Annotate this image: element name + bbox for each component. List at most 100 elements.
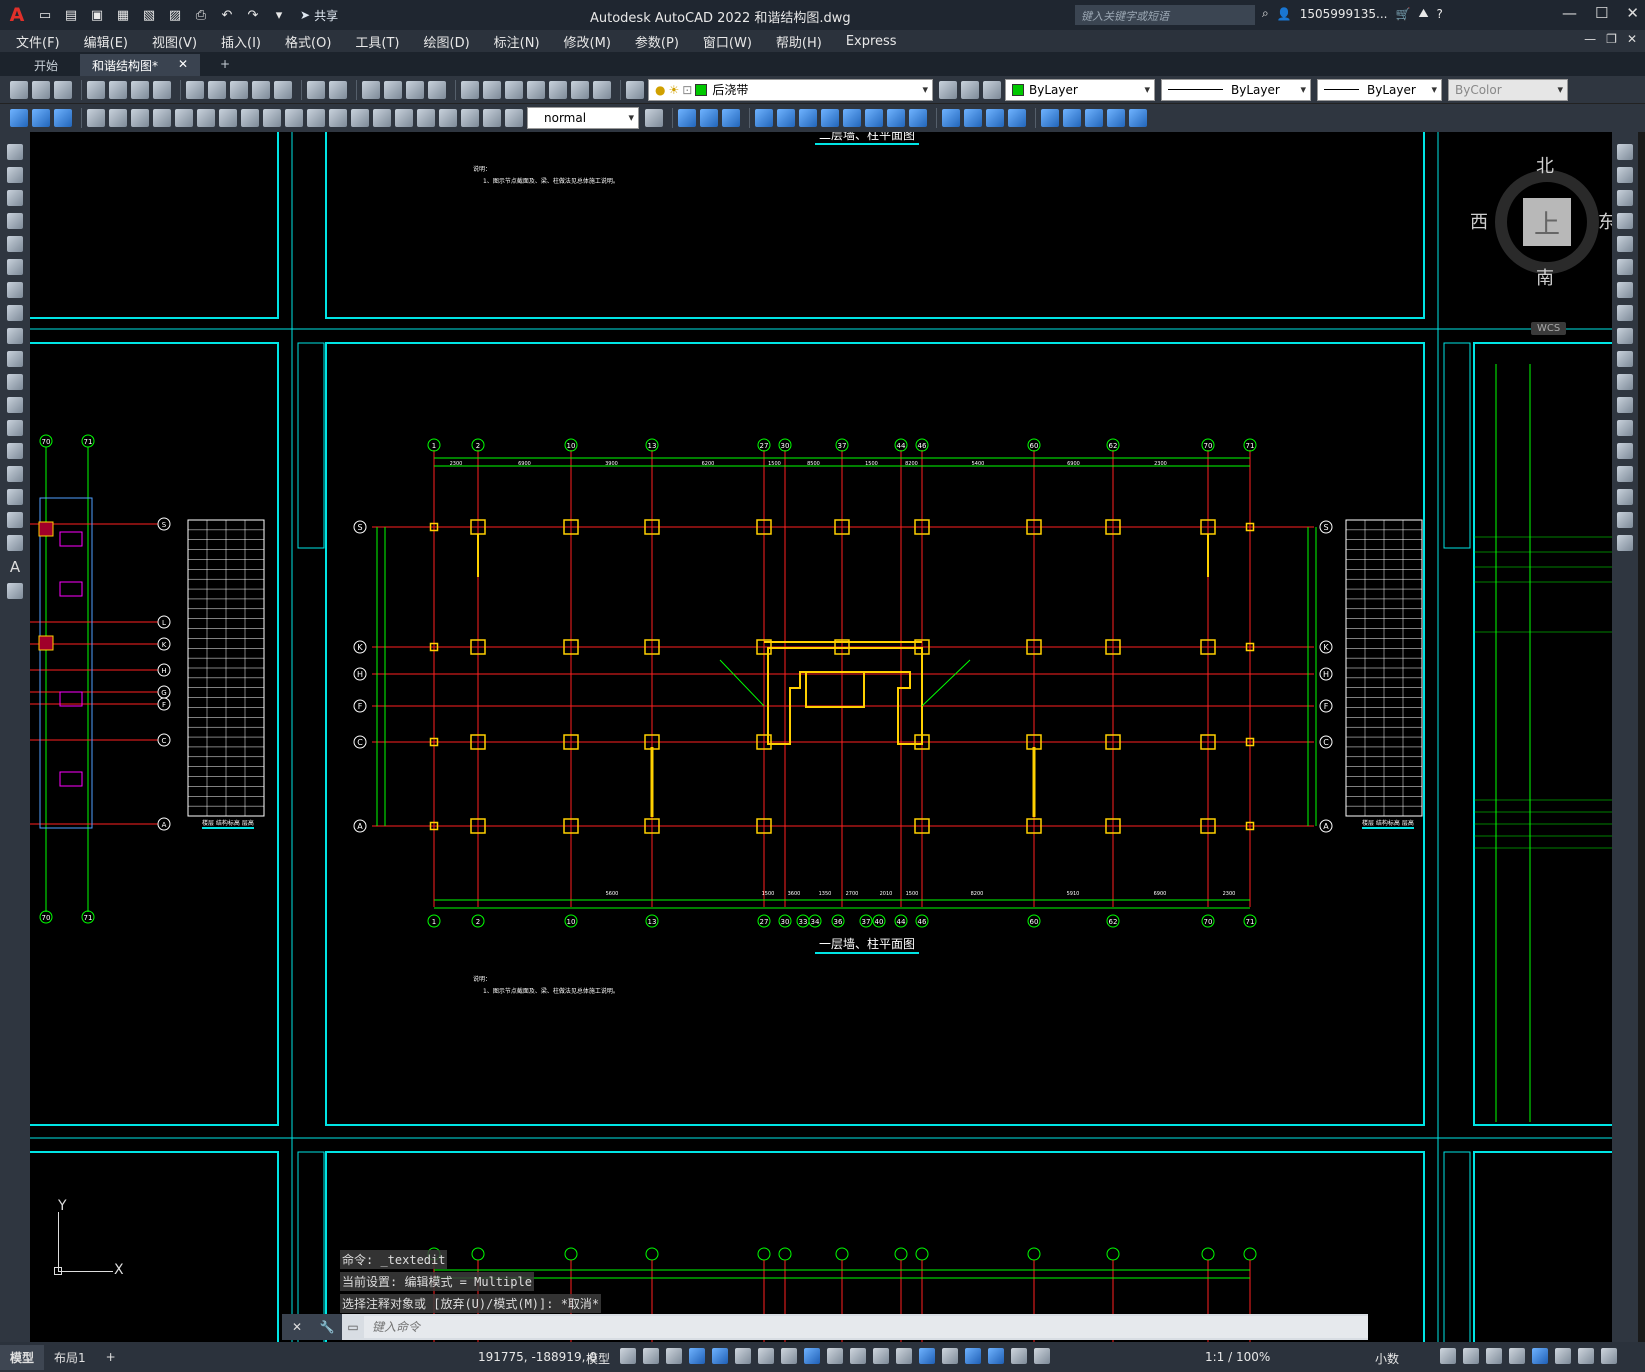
make-current-icon[interactable] [939,80,957,99]
aligned-dim-icon[interactable] [109,109,127,127]
array-icon[interactable] [1617,236,1633,252]
isodraft-icon[interactable] [735,1348,751,1364]
move-faces-icon[interactable] [777,109,795,127]
move-icon[interactable] [1617,259,1633,275]
copy-faces-icon[interactable] [887,109,905,127]
center-mark-icon[interactable] [395,109,413,127]
trim-icon[interactable] [1617,351,1633,367]
make-block-icon[interactable] [7,420,23,436]
isolate-objects-icon[interactable] [1532,1348,1548,1364]
autocad-logo-icon[interactable]: A [0,0,34,30]
menu-view[interactable]: 视图(V) [152,32,197,51]
design-center-icon[interactable] [483,80,501,99]
redo-tool-icon[interactable] [329,80,347,99]
zoom-realtime-icon[interactable] [384,80,402,99]
arc-length-icon[interactable] [131,109,149,127]
zoom-window-icon[interactable] [406,80,424,99]
angular-dim-icon[interactable] [241,109,259,127]
coordinate-readout[interactable]: 191775, -188919, 0 [478,1350,597,1364]
save-tool-icon[interactable] [54,80,72,99]
break-at-point-icon[interactable] [1617,397,1633,413]
layer-state-icon[interactable] [983,80,1001,99]
layer-previous-icon[interactable] [961,80,979,99]
insert-block-icon[interactable] [7,397,23,413]
pan-icon[interactable] [362,80,380,99]
markup-icon[interactable] [549,80,567,99]
construction-line-icon[interactable] [7,167,23,183]
command-recent-icon[interactable]: ▭ [342,1314,364,1340]
hatch-icon[interactable] [7,466,23,482]
plotstyle-dropdown[interactable]: ByColor [1448,78,1568,101]
redo-icon[interactable]: ↷ [242,4,264,26]
gizmo-icon[interactable] [965,1348,981,1364]
linear-dim-icon[interactable] [87,109,105,127]
2d-osnap-icon[interactable] [804,1348,820,1364]
copy-object-icon[interactable] [1617,167,1633,183]
continue-dim-icon[interactable] [307,109,325,127]
new-file-icon[interactable]: ▭ [34,4,56,26]
ellipse-icon[interactable] [7,351,23,367]
tool-palettes-icon[interactable] [505,80,523,99]
search-input[interactable]: 键入关键字或短语 [1075,5,1255,25]
color-dropdown[interactable]: ByLayer [1005,78,1155,101]
selection-filter-icon[interactable] [942,1348,958,1364]
circle-icon[interactable] [7,282,23,298]
customization-icon[interactable] [1601,1348,1617,1364]
auto-scale-icon[interactable] [1011,1348,1027,1364]
properties-icon[interactable] [461,80,479,99]
paste-icon[interactable] [230,80,248,99]
units-readout[interactable]: 小数 [1375,1350,1399,1367]
polyline-icon[interactable] [7,190,23,206]
clean-screen-icon[interactable] [1578,1348,1594,1364]
layer-isolate-icon[interactable] [32,109,50,127]
wedge-icon[interactable] [1085,109,1103,127]
new-tab-button[interactable]: + [208,54,242,76]
plot-icon[interactable] [87,80,105,99]
quick-properties-icon[interactable] [1486,1348,1502,1364]
revision-cloud-icon[interactable] [7,305,23,321]
offset-faces-icon[interactable] [799,109,817,127]
dim-style-icon[interactable] [645,109,663,127]
menu-help[interactable]: 帮助(H) [776,32,822,51]
compass-south[interactable]: 南 [1536,264,1554,290]
blend-curves-icon[interactable] [1617,512,1633,528]
lineweight-dropdown[interactable]: ByLayer [1317,78,1442,101]
intersect-icon[interactable] [722,109,740,127]
separate-icon[interactable] [986,109,1004,127]
mtext-icon[interactable]: A [10,558,20,576]
tab-drawing[interactable]: 和谐结构图* ✕ [80,54,201,76]
undo-tool-icon[interactable] [307,80,325,99]
shell-icon[interactable] [1008,109,1026,127]
box-icon[interactable] [1041,109,1059,127]
compass-east[interactable]: 东 [1598,208,1612,234]
viewcube-top-face[interactable]: 上 [1523,198,1571,246]
layer-dropdown[interactable]: ● ☀ ⊡ 后浇带 [648,78,933,101]
user-icon[interactable]: 👤 [1277,7,1292,21]
lock-ui-icon[interactable] [1509,1348,1525,1364]
dim-update-icon[interactable] [505,109,523,127]
color-faces-icon[interactable] [909,109,927,127]
diameter-dim-icon[interactable] [219,109,237,127]
publish-icon[interactable] [131,80,149,99]
extend-icon[interactable] [1617,374,1633,390]
command-close-icon[interactable]: ✕ [282,1314,312,1340]
compass-west[interactable]: 西 [1470,208,1488,234]
spline-icon[interactable] [7,328,23,344]
grid-icon[interactable] [620,1348,636,1364]
help-tool-icon[interactable] [593,80,611,99]
doc-minimize-icon[interactable]: — [1584,32,1596,46]
ordinate-dim-icon[interactable] [153,109,171,127]
help-icon[interactable]: ? [1437,7,1443,21]
arc-icon[interactable] [7,259,23,275]
web-save-icon[interactable]: ▧ [138,4,160,26]
add-selected-icon[interactable] [7,583,23,599]
dim-edit-icon[interactable] [461,109,479,127]
close-icon[interactable]: ✕ [1626,4,1639,22]
save-icon[interactable]: ▣ [86,4,108,26]
model-space-toggle[interactable]: 模型 [586,1350,610,1367]
copy-icon[interactable] [208,80,226,99]
autodesk-app-icon[interactable]: ⛰ [1418,6,1428,21]
menu-dimension[interactable]: 标注(N) [494,32,540,51]
tab-close-icon[interactable]: ✕ [178,57,188,73]
new-layout-button[interactable]: + [96,1346,126,1368]
